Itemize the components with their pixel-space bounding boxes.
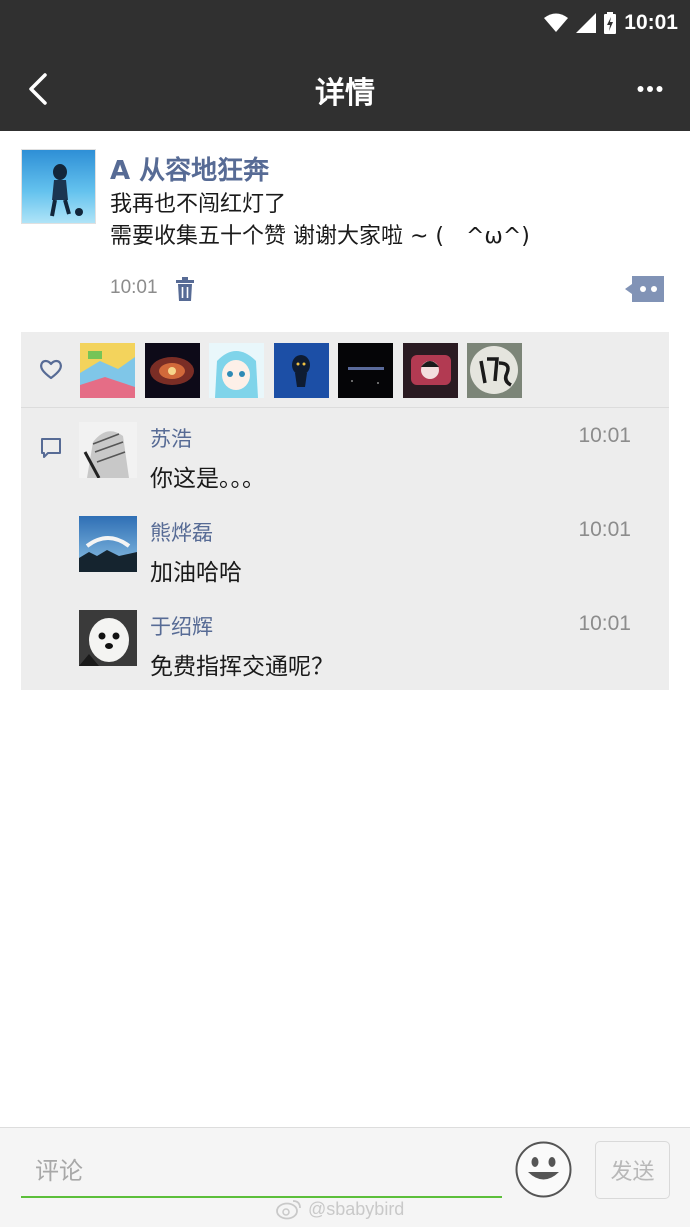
comment-text[interactable]: 免费指挥交通呢？ [150, 647, 334, 681]
commenter-name[interactable]: 苏浩 [150, 423, 192, 453]
commenter-avatar[interactable] [79, 516, 137, 572]
battery-charging-icon [604, 12, 617, 34]
commenter-avatar[interactable] [79, 422, 137, 478]
liker-avatar[interactable] [274, 343, 329, 398]
top-bar: 10:01 详情 [0, 0, 690, 131]
liker-avatar[interactable] [145, 343, 200, 398]
interaction-panel: 苏浩 10:01 你这是。。。 熊烨磊 10:01 加油哈哈 于绍辉 10:01… [21, 332, 669, 690]
comment-time: 10:01 [578, 612, 631, 635]
liker-avatar[interactable] [80, 343, 135, 398]
commenter-avatar[interactable] [79, 610, 137, 666]
likes-row [21, 332, 669, 408]
commenter-name[interactable]: 熊烨磊 [150, 517, 213, 547]
send-button[interactable]: 发送 [595, 1141, 670, 1199]
more-button[interactable] [630, 68, 670, 110]
post-text-line-2: 需要收集五十个赞 谢谢大家啦 ~ ( ^ω^) [110, 224, 530, 249]
watermark: @sbabybird [276, 1196, 404, 1222]
comment-input[interactable] [21, 1146, 502, 1198]
wifi-icon [544, 13, 569, 32]
comment-bubble-icon [625, 276, 664, 302]
post-text-line-1: 我再也不闯红灯了 [110, 192, 287, 217]
signal-icon [576, 13, 597, 33]
comment-text[interactable]: 你这是。。。 [150, 459, 265, 493]
liker-avatar[interactable] [403, 343, 458, 398]
liker-avatar[interactable] [209, 343, 264, 398]
comment-time: 10:01 [578, 518, 631, 541]
delete-button[interactable] [174, 276, 196, 302]
status-bar: 10:01 [544, 8, 678, 38]
commenter-name[interactable]: 于绍辉 [150, 611, 213, 641]
liker-avatar[interactable] [338, 343, 393, 398]
more-dots-icon [637, 86, 663, 92]
comment-button[interactable] [624, 274, 666, 304]
page-title: 详情 [315, 76, 375, 111]
smiley-icon [515, 1141, 572, 1198]
author-avatar[interactable] [21, 149, 96, 224]
comment-text[interactable]: 加油哈哈 [150, 553, 242, 587]
watermark-text: @sbabybird [308, 1198, 405, 1219]
post-author[interactable]: A 从容地狂奔 [110, 150, 269, 187]
status-time: 10:01 [624, 11, 678, 34]
trash-icon [176, 277, 194, 301]
emoji-button[interactable] [515, 1141, 572, 1198]
comment-time: 10:01 [578, 424, 631, 447]
heart-icon [40, 359, 62, 380]
comment-list-icon [41, 438, 61, 458]
post-time: 10:01 [110, 277, 158, 298]
liker-avatar[interactable] [467, 343, 522, 398]
weibo-logo-icon [276, 1200, 301, 1220]
